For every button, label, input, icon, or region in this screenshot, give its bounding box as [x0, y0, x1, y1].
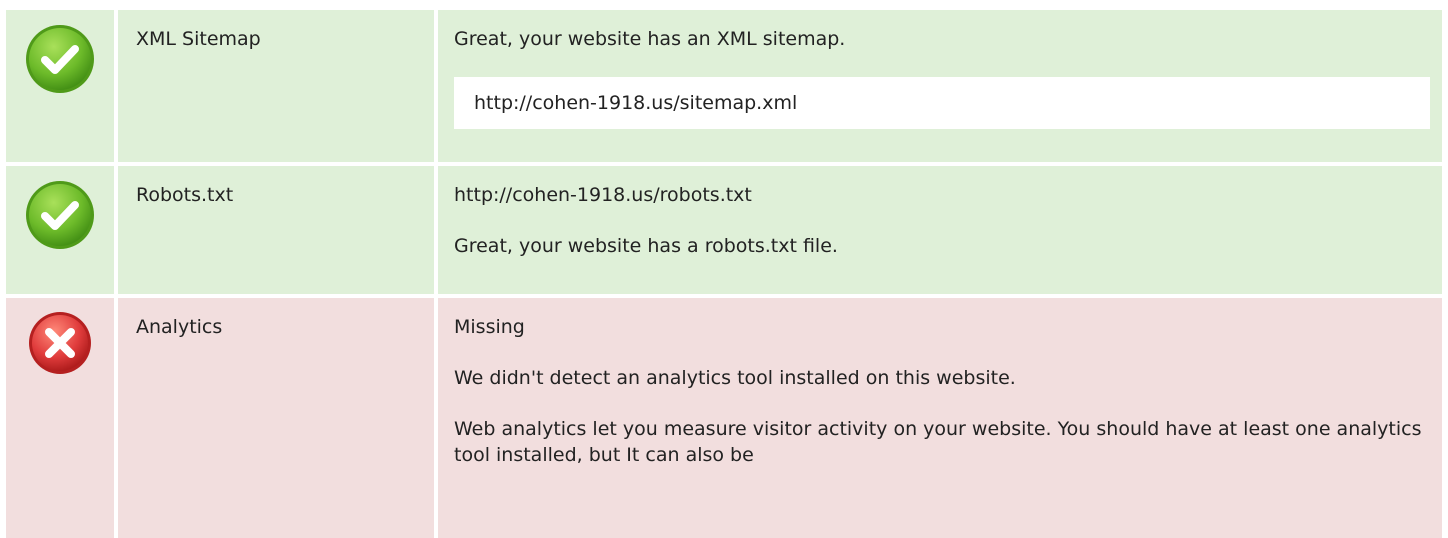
status-cell: [6, 10, 114, 162]
check-value: Great, your website has an XML sitemap. …: [438, 10, 1442, 162]
check-value: Missing We didn't detect an analytics to…: [438, 298, 1442, 538]
check-details: Web analytics let you measure visitor ac…: [454, 418, 1422, 466]
check-message: Great, your website has a robots.txt fil…: [454, 235, 838, 257]
error-circle-icon: [27, 310, 93, 380]
check-state: Missing: [454, 316, 525, 338]
status-cell: [6, 166, 114, 294]
seo-checks-table: XML Sitemap Great, your website has an X…: [6, 10, 1442, 538]
check-name: Robots.txt: [118, 166, 434, 294]
robots-url[interactable]: http://cohen-1918.us/robots.txt: [454, 182, 1426, 208]
check-name: Analytics: [118, 298, 434, 538]
check-value: http://cohen-1918.us/robots.txt Great, y…: [438, 166, 1442, 294]
check-name: XML Sitemap: [118, 10, 434, 162]
check-circle-icon: [23, 22, 97, 100]
check-message: Great, your website has an XML sitemap.: [454, 28, 846, 50]
status-cell: [6, 298, 114, 538]
check-circle-icon: [23, 178, 97, 256]
sitemap-url[interactable]: http://cohen-1918.us/sitemap.xml: [454, 77, 1430, 129]
check-message: We didn't detect an analytics tool insta…: [454, 367, 1016, 389]
